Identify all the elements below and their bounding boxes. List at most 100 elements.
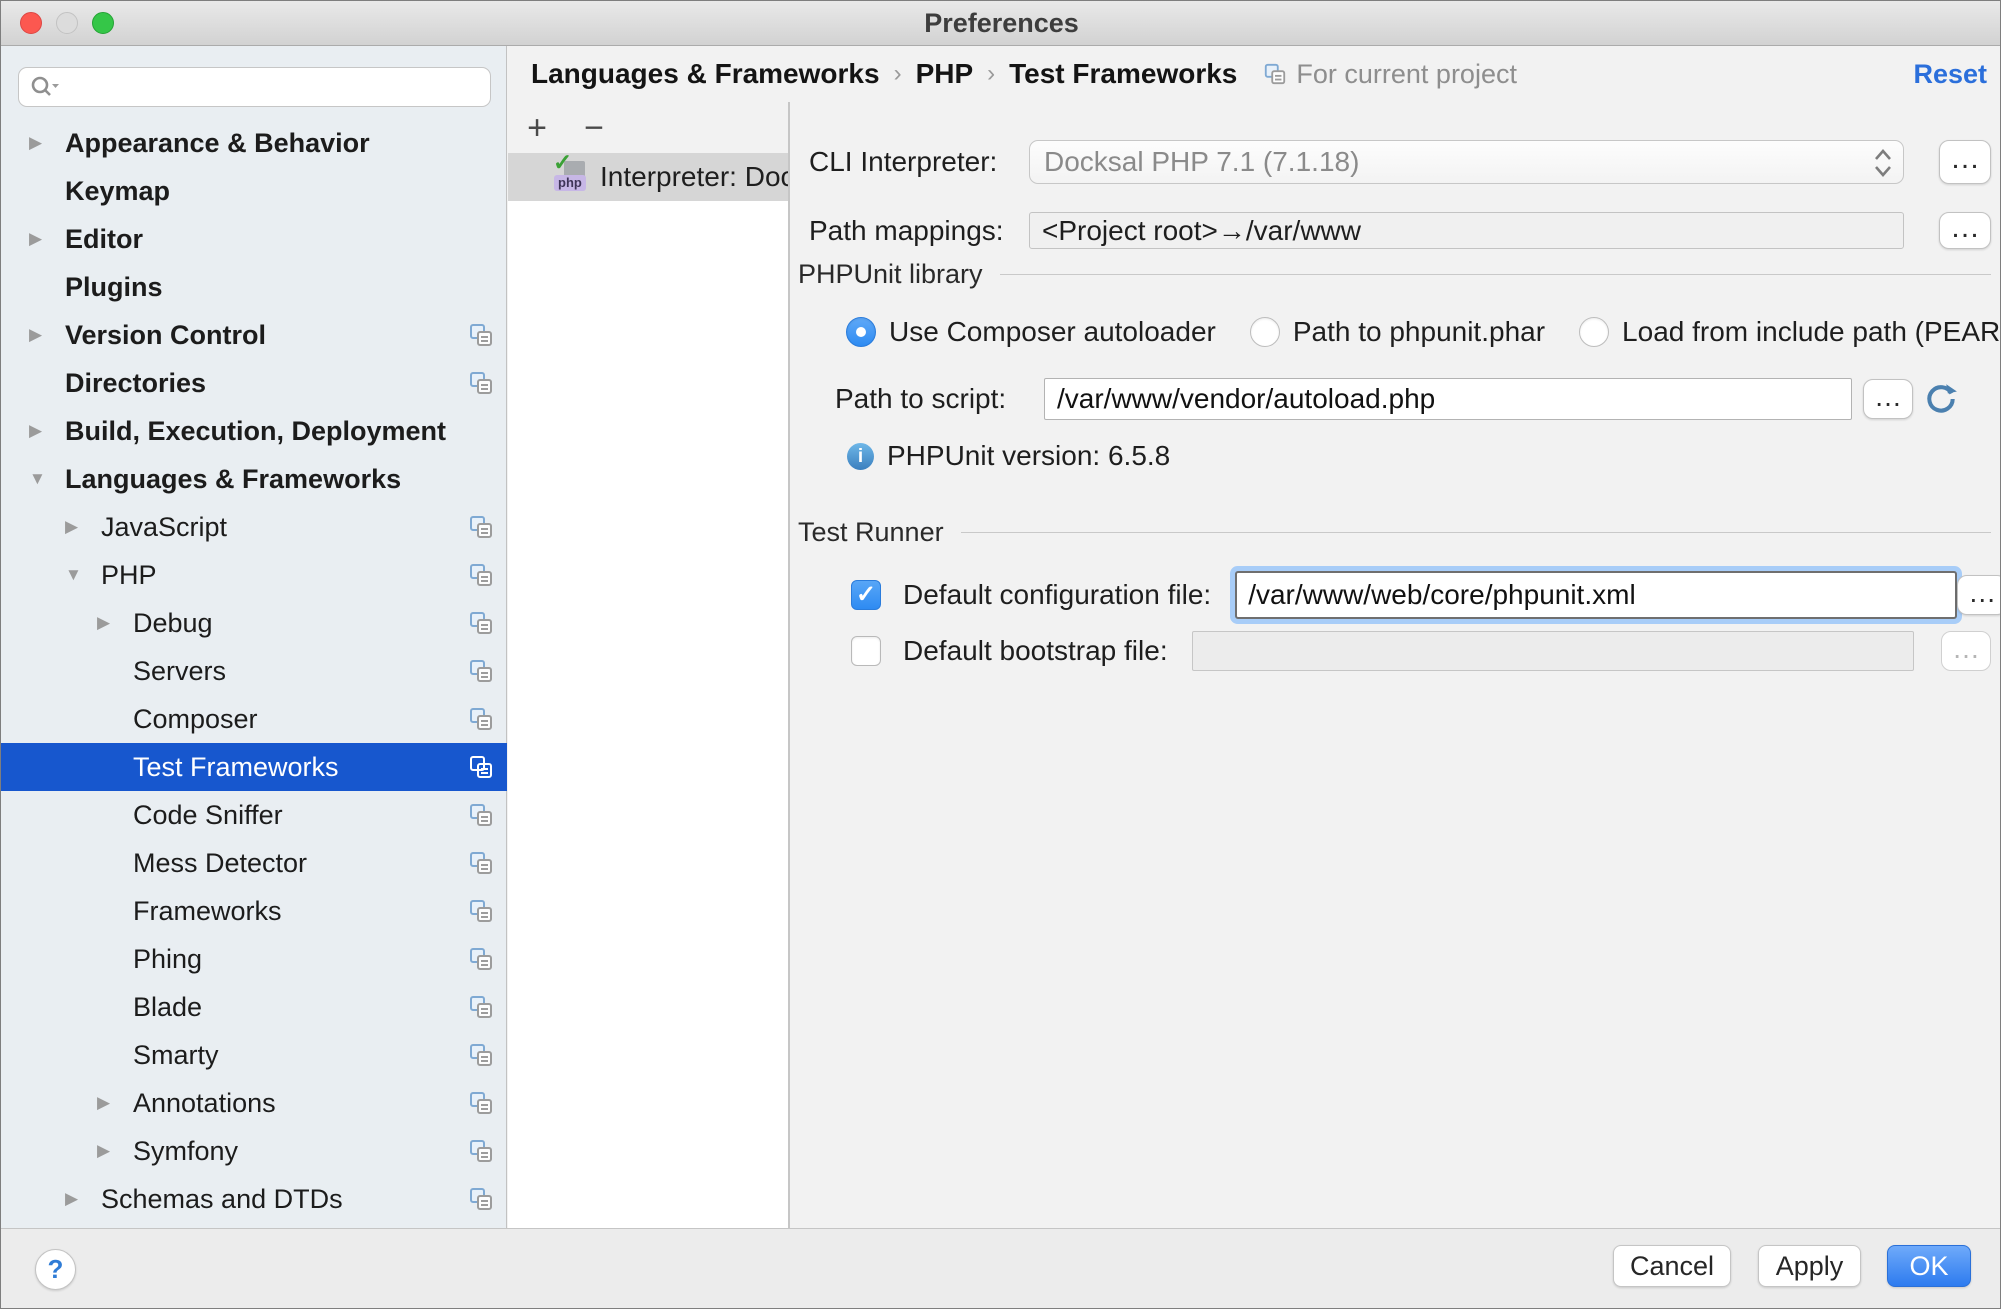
phpunit-version-row: i PHPUnit version: 6.5.8 xyxy=(847,441,1170,471)
settings-sidebar: ▶Appearance & Behavior Keymap ▶Editor Plugi… xyxy=(1,46,507,1228)
sidebar-item-annotations[interactable]: ▶Annotations xyxy=(1,1079,507,1127)
expand-arrow-icon[interactable]: ▼ xyxy=(65,565,101,585)
shared-settings-icon xyxy=(468,1090,494,1116)
sidebar-item-composer[interactable]: Composer xyxy=(1,695,507,743)
test-runner-title: Test Runner xyxy=(798,517,944,548)
sidebar-item-label: Phing xyxy=(133,944,468,975)
breadcrumb-php[interactable]: PHP xyxy=(916,58,974,90)
sidebar-item-label: JavaScript xyxy=(101,512,468,543)
add-button[interactable]: + xyxy=(522,113,552,143)
ok-button[interactable]: OK xyxy=(1887,1245,1971,1287)
help-button[interactable]: ? xyxy=(35,1249,76,1290)
expand-arrow-icon[interactable]: ▶ xyxy=(97,613,133,633)
path-mappings-browse-button[interactable]: … xyxy=(1939,212,1991,249)
sidebar-item-label: Keymap xyxy=(65,176,507,207)
path-to-script-label: Path to script: xyxy=(835,383,1044,415)
default-configuration-browse-button[interactable]: … xyxy=(1957,575,2001,615)
settings-search-box[interactable] xyxy=(18,67,491,107)
refresh-icon[interactable] xyxy=(1923,381,1959,417)
interpreter-list-panel: + − ✓php Interpreter: Dock xyxy=(508,102,790,1228)
path-to-script-value: /var/www/vendor/autoload.php xyxy=(1057,383,1435,415)
default-bootstrap-field[interactable] xyxy=(1192,631,1914,671)
sidebar-item-code-sniffer[interactable]: Code Sniffer xyxy=(1,791,507,839)
sidebar-item-editor[interactable]: ▶Editor xyxy=(1,215,507,263)
sidebar-item-label: Frameworks xyxy=(133,896,468,927)
expand-arrow-icon[interactable]: ▼ xyxy=(29,469,65,489)
expand-arrow-icon[interactable]: ▶ xyxy=(65,1189,101,1209)
sidebar-item-keymap[interactable]: Keymap xyxy=(1,167,507,215)
radio-label: Path to phpunit.phar xyxy=(1293,316,1545,348)
sidebar-item-javascript[interactable]: ▶JavaScript xyxy=(1,503,507,551)
sidebar-item-blade[interactable]: Blade xyxy=(1,983,507,1031)
default-bootstrap-checkbox[interactable] xyxy=(851,636,881,666)
shared-settings-icon xyxy=(468,1138,494,1164)
sidebar-item-phing[interactable]: Phing xyxy=(1,935,507,983)
sidebar-item-mess-detector[interactable]: Mess Detector xyxy=(1,839,507,887)
expand-arrow-icon[interactable]: ▶ xyxy=(29,325,65,345)
radio-load-from-include-path-pear[interactable]: Load from include path (PEAR) xyxy=(1579,316,2001,348)
shared-settings-icon xyxy=(468,658,494,684)
reset-link[interactable]: Reset xyxy=(1913,59,1987,90)
search-input[interactable] xyxy=(65,71,480,104)
expand-arrow-icon[interactable]: ▶ xyxy=(97,1093,133,1113)
apply-button[interactable]: Apply xyxy=(1758,1245,1861,1287)
sidebar-item-servers[interactable]: Servers xyxy=(1,647,507,695)
default-configuration-checkbox[interactable] xyxy=(851,580,881,610)
expand-arrow-icon[interactable]: ▶ xyxy=(29,229,65,249)
sidebar-item-label: Debug xyxy=(133,608,468,639)
sidebar-item-appearance-behavior[interactable]: ▶Appearance & Behavior xyxy=(1,119,507,167)
radio-circle-icon[interactable] xyxy=(1579,317,1609,347)
search-icon xyxy=(29,74,59,100)
interpreter-list-item[interactable]: ✓php Interpreter: Dock xyxy=(508,153,788,201)
default-bootstrap-label: Default bootstrap file: xyxy=(903,635,1168,667)
expand-arrow-icon[interactable]: ▶ xyxy=(29,133,65,153)
default-configuration-field[interactable]: /var/www/web/core/phpunit.xml xyxy=(1235,571,1957,619)
sidebar-item-frameworks[interactable]: Frameworks xyxy=(1,887,507,935)
test-runner-section: Test Runner xyxy=(798,517,1991,547)
sidebar-item-directories[interactable]: Directories xyxy=(1,359,507,407)
sidebar-item-build-execution-deployment[interactable]: ▶Build, Execution, Deployment xyxy=(1,407,507,455)
sidebar-item-php[interactable]: ▼PHP xyxy=(1,551,507,599)
path-mappings-field[interactable]: <Project root>→/var/www xyxy=(1029,212,1904,249)
breadcrumb-languages-frameworks[interactable]: Languages & Frameworks xyxy=(531,58,880,90)
scope-label: For current project xyxy=(1296,59,1517,90)
default-bootstrap-browse-button[interactable]: … xyxy=(1941,631,1991,671)
sidebar-item-label: Symfony xyxy=(133,1136,468,1167)
shared-settings-icon xyxy=(468,514,494,540)
sidebar-item-label: Plugins xyxy=(65,272,507,303)
radio-circle-icon[interactable] xyxy=(1250,317,1280,347)
path-to-script-browse-button[interactable]: … xyxy=(1863,379,1913,419)
sidebar-item-version-control[interactable]: ▶Version Control xyxy=(1,311,507,359)
sidebar-item-debug[interactable]: ▶Debug xyxy=(1,599,507,647)
stepper-icon xyxy=(1871,146,1895,185)
cancel-button[interactable]: Cancel xyxy=(1613,1245,1731,1287)
sidebar-item-languages-frameworks[interactable]: ▼Languages & Frameworks xyxy=(1,455,507,503)
dialog-footer: ? Cancel Apply OK xyxy=(1,1228,2001,1309)
sidebar-item-smarty[interactable]: Smarty xyxy=(1,1031,507,1079)
default-bootstrap-row: Default bootstrap file: … xyxy=(851,630,1991,672)
shared-settings-icon xyxy=(468,754,494,780)
sidebar-item-test-frameworks[interactable]: Test Frameworks xyxy=(1,743,507,791)
path-to-script-field[interactable]: /var/www/vendor/autoload.php xyxy=(1044,378,1852,420)
section-divider xyxy=(961,532,1991,533)
breadcrumb-test-frameworks[interactable]: Test Frameworks xyxy=(1009,58,1237,90)
cli-interpreter-value: Docksal PHP 7.1 (7.1.18) xyxy=(1044,146,1359,178)
expand-arrow-icon[interactable]: ▶ xyxy=(97,1141,133,1161)
path-to-script-row: Path to script: /var/www/vendor/autoload… xyxy=(835,378,1991,420)
expand-arrow-icon[interactable]: ▶ xyxy=(29,421,65,441)
shared-settings-icon xyxy=(468,850,494,876)
default-configuration-label: Default configuration file: xyxy=(903,579,1211,611)
expand-arrow-icon[interactable]: ▶ xyxy=(65,517,101,537)
cli-interpreter-label: CLI Interpreter: xyxy=(809,146,1029,178)
cli-interpreter-select[interactable]: Docksal PHP 7.1 (7.1.18) xyxy=(1029,140,1904,184)
cli-interpreter-browse-button[interactable]: … xyxy=(1939,140,1991,184)
radio-path-to-phpunit-phar[interactable]: Path to phpunit.phar xyxy=(1250,316,1545,348)
sidebar-item-symfony[interactable]: ▶Symfony xyxy=(1,1127,507,1175)
radio-use-composer-autoloader[interactable]: Use Composer autoloader xyxy=(846,316,1216,348)
radio-circle-icon[interactable] xyxy=(846,317,876,347)
sidebar-item-plugins[interactable]: Plugins xyxy=(1,263,507,311)
sidebar-item-schemas-and-dtds[interactable]: ▶Schemas and DTDs xyxy=(1,1175,507,1223)
cli-interpreter-row: CLI Interpreter: Docksal PHP 7.1 (7.1.18… xyxy=(809,140,1991,184)
remove-button[interactable]: − xyxy=(579,113,609,143)
radio-label: Load from include path (PEAR) xyxy=(1622,316,2001,348)
